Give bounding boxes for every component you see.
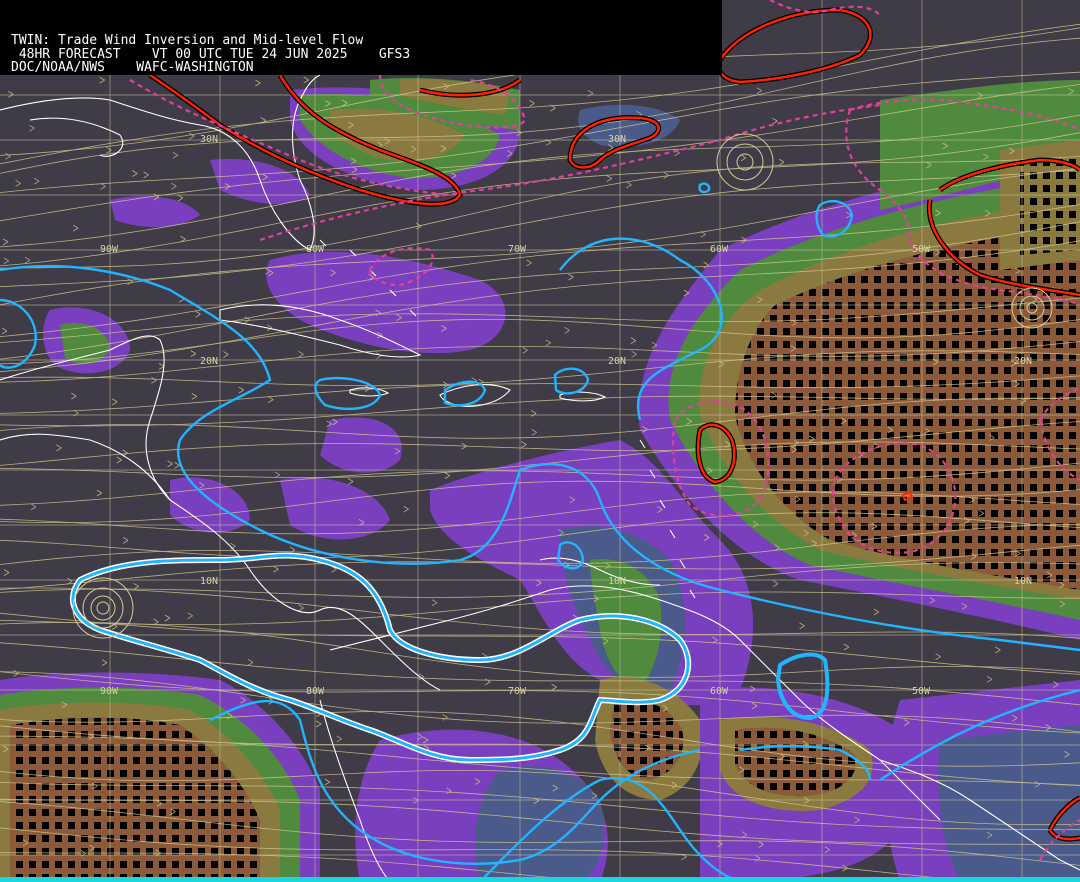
issuing-agency: DOC/NOAA/NWS WAFC-WASHINGTON [11, 60, 254, 75]
bottom-border [0, 877, 1080, 882]
lat-label-10n-east: 10N [1014, 576, 1032, 587]
product-title: TWIN: Trade Wind Inversion and Mid-level… [11, 33, 364, 48]
forecast-valid-time: 48HR FORECAST VT 00 UTC TUE 24 JUN 2025 … [11, 46, 411, 62]
lon-label-70w-bottom: 70W [508, 686, 527, 697]
lat-label-30n-west: 30N [200, 134, 218, 145]
lat-label-20n-west: 20N [200, 356, 218, 367]
lat-label-20n-east: 20N [1014, 356, 1032, 367]
lat-label-20n-mid: 20N [608, 356, 626, 367]
lon-label-80w-bottom: 80W [306, 686, 325, 697]
lat-label-10n-west: 10N [200, 576, 218, 587]
lon-label-60w-bottom: 60W [710, 686, 729, 697]
twin-forecast-map: 90W 80W 70W 60W 50W 90W 80W 70W 60W 50W … [0, 0, 1080, 882]
product-header: TWIN: Trade Wind Inversion and Mid-level… [0, 0, 722, 75]
lon-label-70w-top: 70W [508, 244, 527, 255]
lon-label-80w-top: 80W [306, 244, 325, 255]
lat-label-10n-mid: 10N [608, 576, 626, 587]
lon-label-60w-top: 60W [710, 244, 729, 255]
lat-label-30n-east: 30N [608, 134, 626, 145]
lon-label-50w-top: 50W [912, 244, 931, 255]
lon-label-90w-top: 90W [100, 244, 119, 255]
lon-label-90w-bottom: 90W [100, 686, 119, 697]
lon-label-50w-bottom: 50W [912, 686, 931, 697]
